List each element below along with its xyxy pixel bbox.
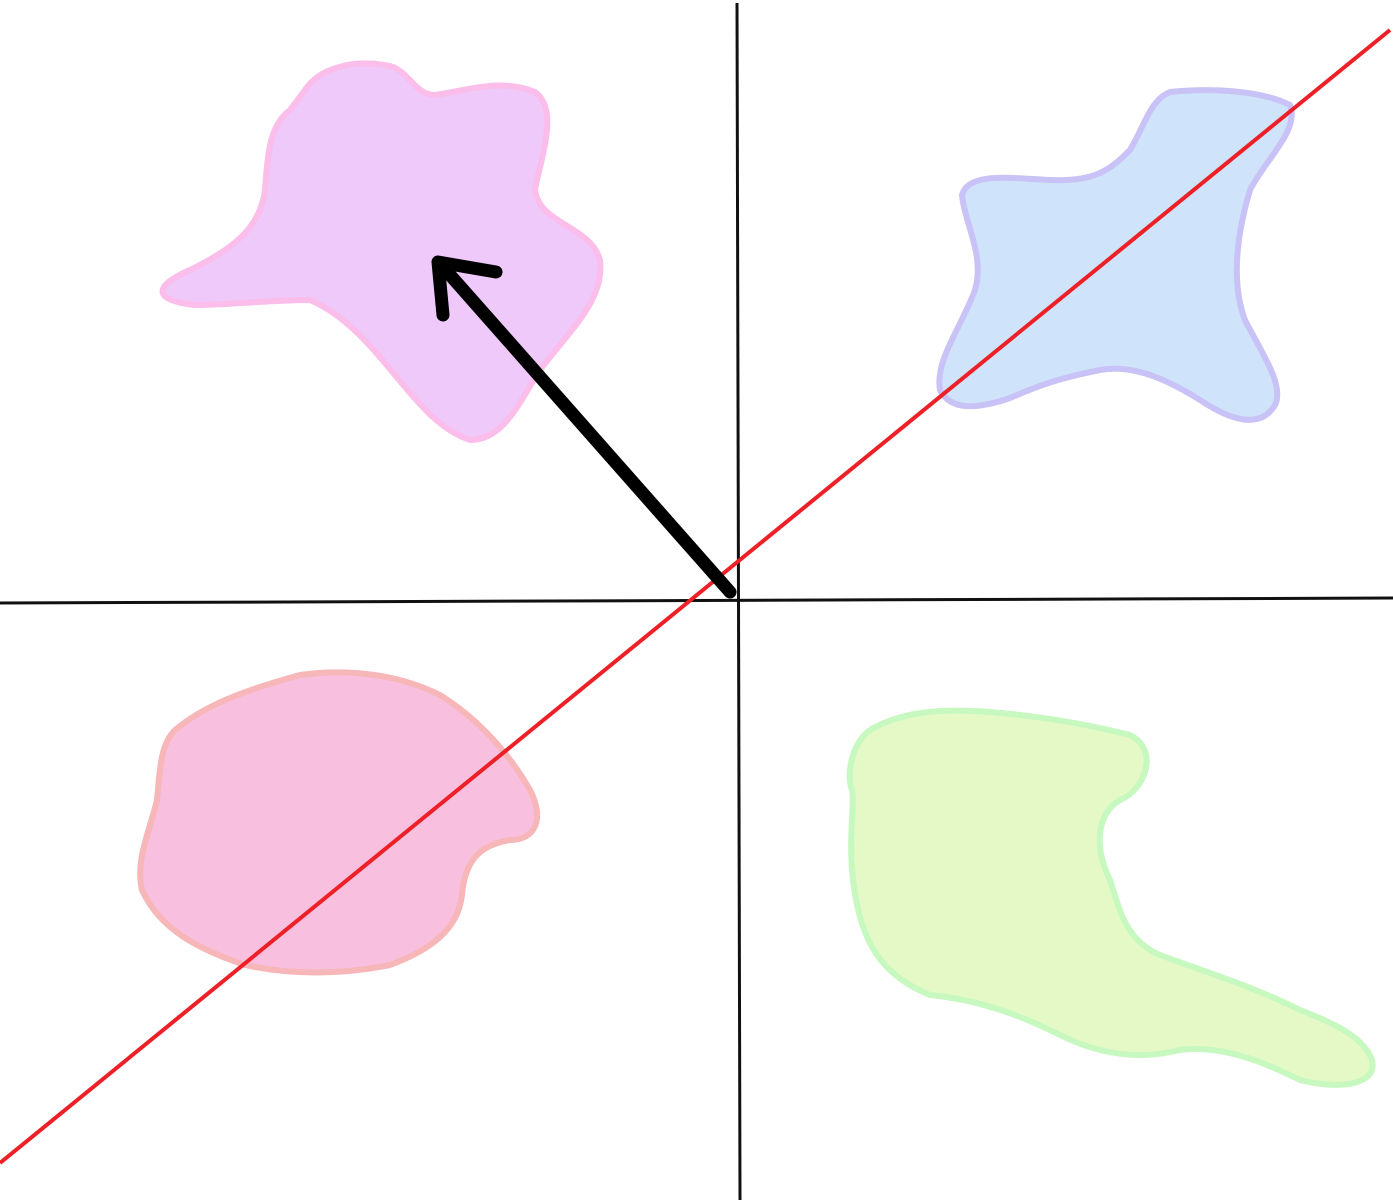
region-bottom-right <box>846 707 1376 1088</box>
horizontal-axis <box>0 596 1393 605</box>
region-top-left <box>159 60 604 443</box>
vertical-axis <box>735 2 742 1200</box>
diagram-svg <box>0 2 1393 1200</box>
region-bottom-left <box>137 669 541 976</box>
diagram-canvas <box>0 0 1393 1200</box>
